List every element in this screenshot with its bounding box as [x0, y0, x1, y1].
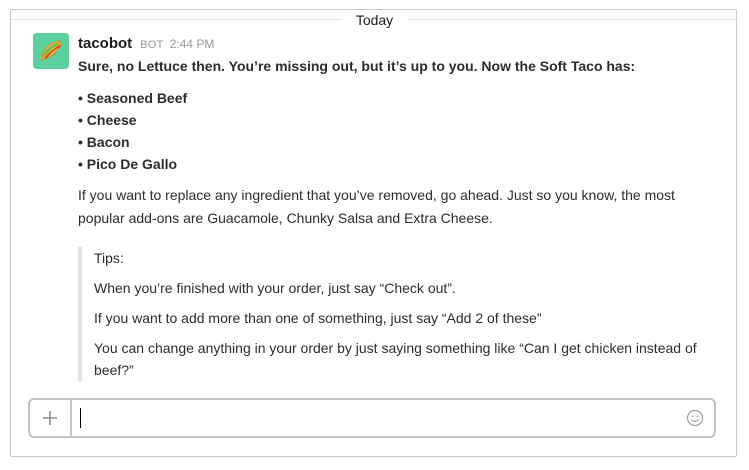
- message-paragraph: If you want to replace any ingredient th…: [78, 187, 675, 226]
- message: tacobot BOT 2:44 PM Sure, no Lettuce the…: [78, 33, 718, 381]
- message-timestamp[interactable]: 2:44 PM: [170, 33, 215, 55]
- attach-button[interactable]: [30, 400, 72, 436]
- ingredient-item: • Bacon: [78, 134, 130, 150]
- sender-name[interactable]: tacobot: [78, 33, 132, 55]
- message-input-area[interactable]: [72, 400, 714, 436]
- tips-attachment: Tips: When you’re finished with your ord…: [78, 247, 718, 381]
- tip-line: If you want to add more than one of some…: [94, 310, 542, 326]
- bot-badge: BOT: [140, 39, 164, 51]
- ingredient-item: • Pico De Gallo: [78, 156, 178, 172]
- tip-line: You can change anything in your order by…: [94, 340, 697, 378]
- ingredient-list: • Seasoned Beef • Cheese • Bacon • Pico …: [78, 87, 718, 175]
- plus-icon: [43, 411, 57, 425]
- smiley-icon[interactable]: [686, 409, 704, 427]
- message-lead: Sure, no Lettuce then. You’re missing ou…: [78, 58, 636, 74]
- ingredient-item: • Cheese: [78, 112, 137, 128]
- message-composer: [28, 398, 716, 438]
- text-caret: [80, 408, 81, 428]
- tip-line: When you’re finished with your order, ju…: [94, 280, 456, 296]
- tacobot-avatar[interactable]: [33, 33, 69, 69]
- taco-icon: [33, 33, 69, 69]
- tips-title: Tips:: [94, 250, 124, 266]
- day-divider-label: Today: [341, 10, 408, 30]
- ingredient-item: • Seasoned Beef: [78, 90, 188, 106]
- message-input[interactable]: [72, 400, 714, 436]
- message-header: tacobot BOT 2:44 PM: [78, 33, 718, 53]
